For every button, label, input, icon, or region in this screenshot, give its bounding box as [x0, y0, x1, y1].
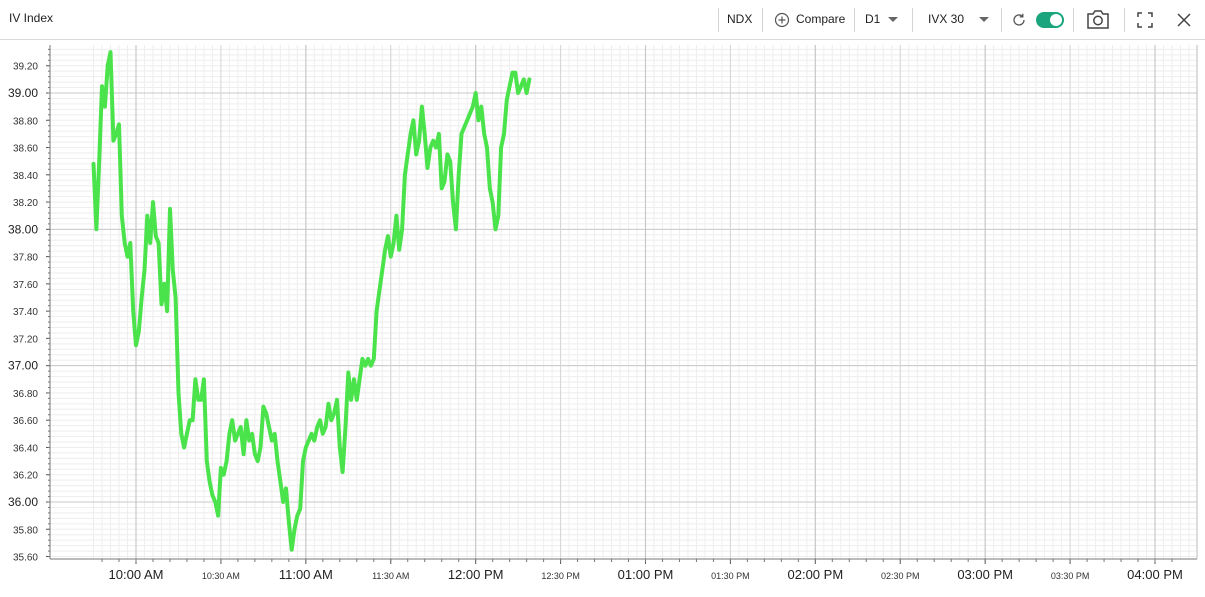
x-tick-label: 12:00 PM: [448, 567, 504, 582]
y-tick-label: 38.00: [8, 222, 38, 236]
toolbar-divider: [1001, 8, 1002, 32]
toggle-switch-icon[interactable]: [1036, 12, 1064, 28]
toolbar-divider: [1124, 8, 1125, 32]
y-tick-label: 35.60: [13, 553, 38, 564]
x-tick-label: 11:00 AM: [279, 567, 333, 582]
y-tick-label: 37.20: [13, 334, 38, 345]
x-tick-label: 03:30 PM: [1051, 571, 1090, 581]
y-tick-label: 39.20: [13, 62, 38, 73]
x-tick-label: 04:00 PM: [1127, 567, 1183, 582]
y-tick-label: 38.20: [13, 198, 38, 209]
chart-toolbar: IV Index NDX Compare D1 IVX 30: [0, 0, 1205, 40]
timeframe-value: D1: [865, 12, 881, 26]
iv-index-line-chart[interactable]: 35.60 35.80 36.00 36.20 36.40 36.60 36.80 37.00…: [0, 40, 1205, 597]
symbol-selector[interactable]: NDX: [727, 12, 752, 26]
y-tick-label: 36.60: [13, 416, 38, 427]
y-tick-label: 38.60: [13, 144, 38, 155]
y-tick-label: 36.20: [13, 471, 38, 482]
chevron-down-icon: [888, 17, 898, 22]
x-tick-label: 01:00 PM: [618, 567, 674, 582]
toolbar-divider: [718, 8, 719, 32]
toggle-knob: [1050, 14, 1062, 26]
y-tick-label: 37.00: [8, 359, 38, 373]
y-tick-label: 36.40: [13, 443, 38, 454]
toolbar-divider: [1073, 8, 1074, 32]
close-icon[interactable]: [1176, 12, 1192, 28]
compare-label: Compare: [796, 12, 846, 26]
toolbar-divider: [912, 8, 913, 32]
y-tick-label: 37.80: [13, 253, 38, 264]
y-tick-label: 35.80: [13, 525, 38, 536]
fullscreen-icon[interactable]: [1137, 12, 1153, 28]
x-tick-label: 10:30 AM: [202, 571, 240, 581]
y-tick-label: 39.00: [8, 86, 38, 100]
x-tick-label: 10:00 AM: [109, 567, 164, 582]
y-tick-label: 38.80: [13, 116, 38, 127]
y-axis-labels: 35.60 35.80 36.00 36.20 36.40 36.60 36.80 37.00…: [8, 62, 38, 564]
x-tick-label: 02:00 PM: [788, 567, 844, 582]
chart-title: IV Index: [9, 11, 54, 25]
chevron-down-icon: [979, 17, 989, 22]
y-tick-label: 36.80: [13, 389, 38, 400]
measure-value: IVX 30: [928, 12, 965, 26]
x-tick-label: 01:30 PM: [711, 571, 750, 581]
x-tick-label: 03:00 PM: [957, 567, 1013, 582]
y-tick-label: 38.40: [13, 171, 38, 182]
x-tick-label: 12:30 PM: [541, 571, 580, 581]
y-tick-label: 36.00: [8, 495, 38, 509]
x-axis-labels: 10:00 AM 10:30 AM 11:00 AM 11:30 AM 12:00 PM…: [109, 567, 1183, 582]
x-tick-label: 11:30 AM: [372, 571, 409, 581]
refresh-icon[interactable]: [1011, 12, 1027, 28]
camera-icon[interactable]: [1086, 9, 1110, 30]
toolbar-divider: [854, 8, 855, 32]
x-tick-label: 02:30 PM: [881, 571, 920, 581]
y-tick-label: 37.40: [13, 307, 38, 318]
plus-circle-icon: [774, 12, 790, 28]
toolbar-divider: [762, 8, 763, 32]
y-tick-label: 37.60: [13, 280, 38, 291]
